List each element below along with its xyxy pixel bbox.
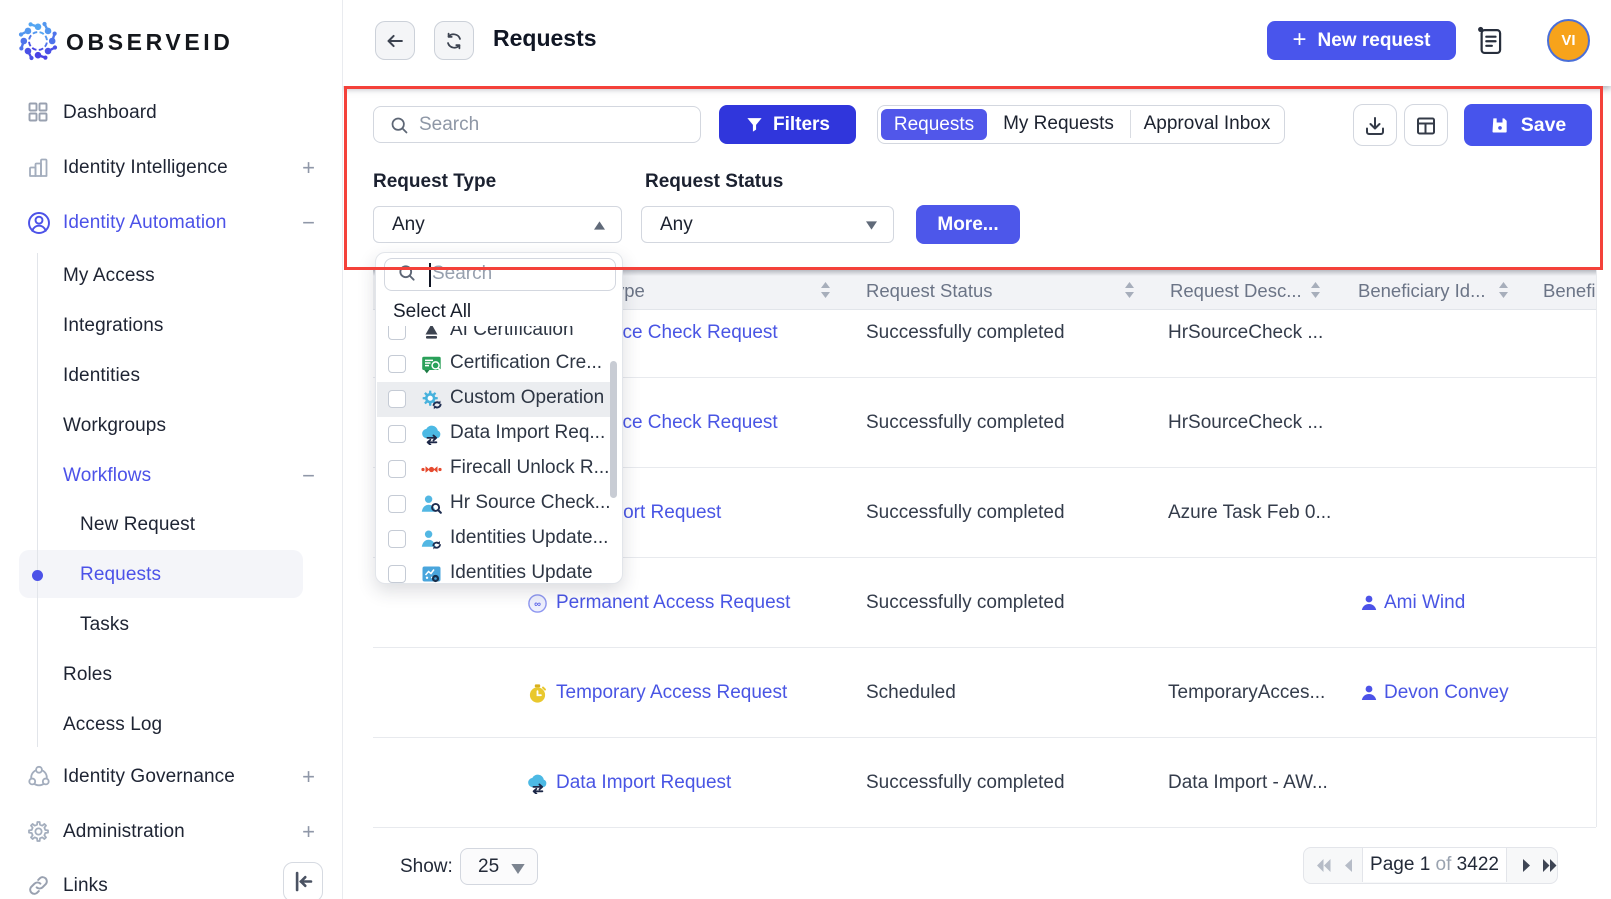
- svg-text:∞: ∞: [534, 599, 541, 610]
